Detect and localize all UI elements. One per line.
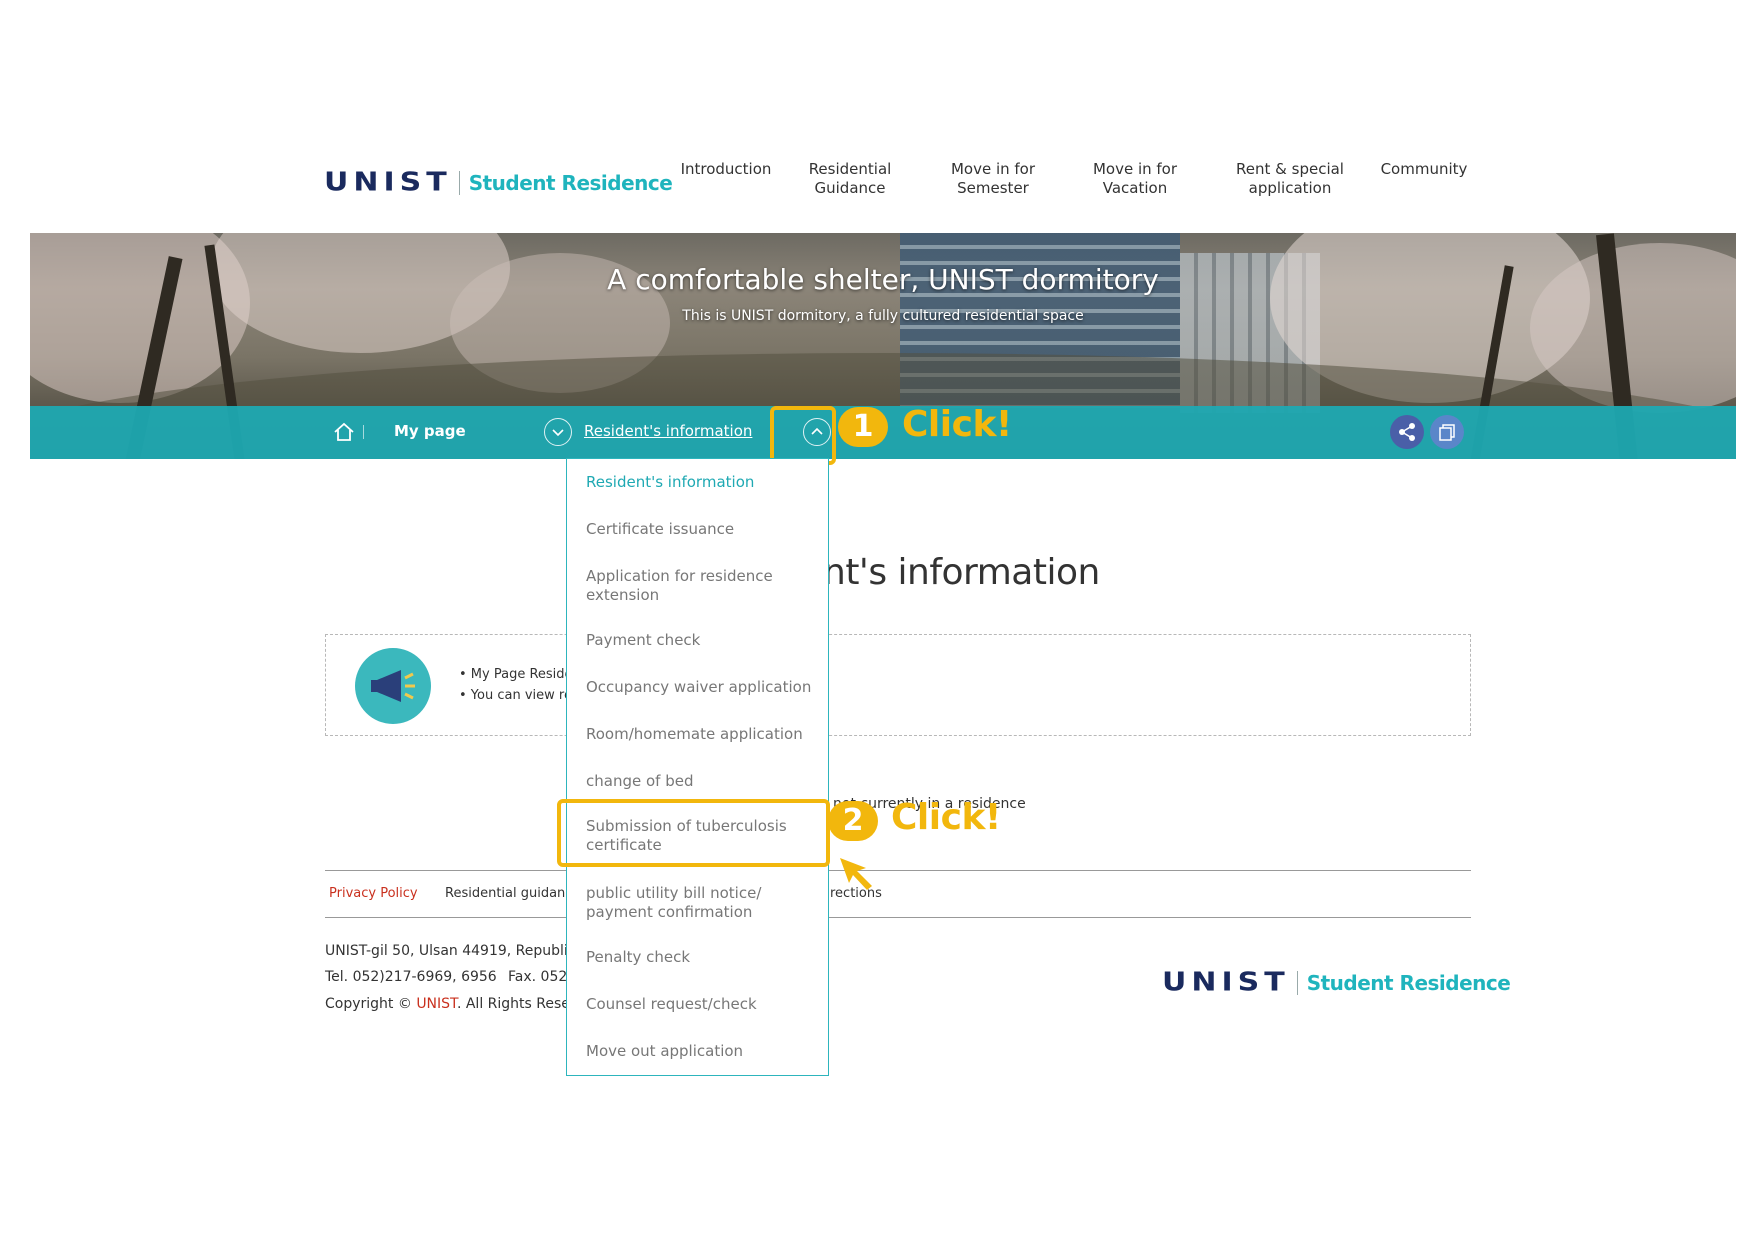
cursor-arrow-icon (840, 858, 872, 890)
nav-rent-special-application[interactable]: Rent & special application (1236, 160, 1344, 198)
step-badge-2: 2 (828, 801, 878, 841)
menu-item-residents-information[interactable]: Resident's information (586, 473, 816, 492)
footer-fax: Fax. 052) (508, 969, 573, 985)
megaphone-icon (355, 648, 431, 724)
menu-item-payment-check[interactable]: Payment check (586, 631, 816, 650)
menu-item-penalty-check[interactable]: Penalty check (586, 948, 816, 967)
logo-text: Student Residence (1306, 970, 1511, 995)
footer-address: UNIST-gil 50, Ulsan 44919, Republic of (325, 943, 594, 959)
footer-copyright: Copyright © UNIST. All Rights Reserved (325, 996, 601, 1012)
nav-community[interactable]: Community (1381, 160, 1468, 179)
menu-item-occupancy-waiver[interactable]: Occupancy waiver application (586, 678, 816, 697)
info-box: • My Page Resider • You can view res (325, 634, 1471, 736)
footer-tel: Tel. 052)217-6969, 6956 (325, 969, 497, 985)
home-icon[interactable] (331, 419, 357, 445)
footer-link-privacy[interactable]: Privacy Policy (329, 886, 418, 901)
highlight-box-step2 (557, 799, 830, 867)
info-line: • My Page Resider (459, 667, 578, 682)
click-label-2: Click! (891, 797, 1001, 838)
footer-divider (325, 870, 1471, 871)
menu-item-utility-bill[interactable]: public utility bill notice/ payment conf… (586, 884, 816, 922)
main-navigation: Introduction Residential Guidance Move i… (0, 160, 1755, 210)
menu-item-change-of-bed[interactable]: change of bed (586, 772, 816, 791)
menu-item-certificate-issuance[interactable]: Certificate issuance (586, 520, 816, 539)
footer-link-guidance[interactable]: Residential guidance (445, 886, 580, 901)
nav-move-in-semester[interactable]: Move in for Semester (951, 160, 1035, 198)
menu-item-residence-extension[interactable]: Application for residence extension (586, 567, 816, 605)
click-label-1: Click! (902, 404, 1012, 445)
logo-divider (1296, 970, 1298, 995)
breadcrumb-my-page[interactable]: My page (394, 422, 466, 440)
logo-mark: UNIST (1162, 967, 1290, 998)
copy-button[interactable] (1430, 415, 1464, 449)
chevron-down-icon[interactable] (544, 418, 572, 446)
submenu-dropdown: Resident's information Certificate issua… (566, 458, 829, 1076)
banner-title: A comfortable shelter, UNIST dormitory (607, 263, 1159, 296)
info-line: • You can view res (459, 688, 579, 703)
breadcrumb-divider (363, 425, 364, 439)
copyright-prefix: Copyright © (325, 996, 417, 1012)
share-button[interactable] (1390, 415, 1424, 449)
nav-introduction[interactable]: Introduction (681, 160, 772, 179)
menu-item-move-out[interactable]: Move out application (586, 1042, 816, 1061)
breadcrumb-current[interactable]: Resident's information (584, 422, 752, 440)
copy-icon (1439, 424, 1455, 441)
copyright-brand: UNIST (416, 996, 457, 1012)
banner-subtitle: This is UNIST dormitory, a fully culture… (682, 308, 1084, 324)
footer-divider (325, 917, 1471, 918)
nav-residential-guidance[interactable]: Residential Guidance (809, 160, 892, 198)
share-icon (1399, 423, 1415, 441)
menu-item-room-homemate[interactable]: Room/homemate application (586, 725, 816, 744)
highlight-box-step1 (770, 406, 836, 465)
footer-unist-logo: UNIST Student Residence (1162, 965, 1511, 1000)
menu-item-counsel-request[interactable]: Counsel request/check (586, 995, 816, 1014)
nav-move-in-vacation[interactable]: Move in for Vacation (1093, 160, 1177, 198)
step-badge-1: 1 (838, 407, 888, 447)
page-title: nt's information (823, 552, 1100, 593)
